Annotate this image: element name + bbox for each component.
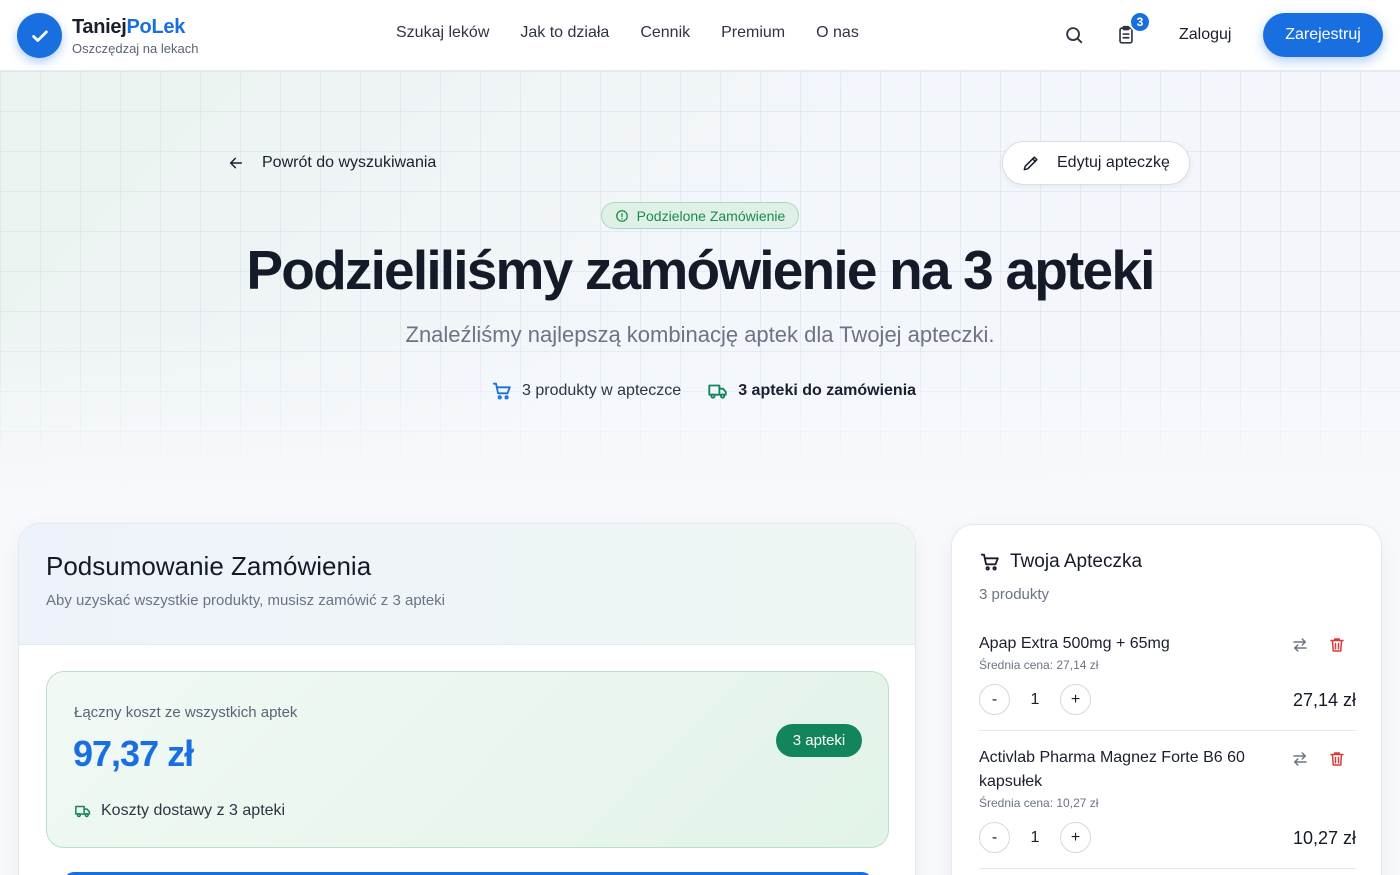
summary-header: Podsumowanie Zamówienia Aby uzyskać wszy… — [19, 524, 915, 645]
swap-icon[interactable] — [1291, 750, 1309, 768]
quantity-value: 1 — [1030, 828, 1040, 846]
decrease-button[interactable]: - — [979, 684, 1010, 715]
item-divider — [979, 730, 1356, 731]
nav-link-premium[interactable]: Premium — [721, 24, 785, 42]
order-summary-card: Podsumowanie Zamówienia Aby uzyskać wszy… — [18, 523, 916, 875]
shipping-info: Koszty dostawy z 3 apteki — [74, 802, 285, 820]
kit-title: Twoja Apteczka — [979, 551, 1142, 573]
pencil-icon — [1023, 156, 1038, 171]
item-divider — [979, 868, 1356, 869]
item-average-price: Średnia cena: 27,14 zł — [979, 658, 1099, 672]
item-name: Activlab Pharma Magnez Forte B6 60 kapsu… — [979, 749, 1245, 790]
brand-name: TaniejPoLek — [72, 16, 186, 38]
item-actions — [1291, 636, 1346, 654]
stat-pharmacies: 3 apteki do zamówienia — [707, 380, 916, 402]
stat-pharmacies-label: 3 apteki do zamówienia — [738, 382, 917, 399]
trash-icon[interactable] — [1328, 750, 1346, 768]
summary-title: Podsumowanie Zamówienia — [46, 551, 372, 581]
total-cost-label: Łączny koszt ze wszystkich aptek — [74, 704, 298, 721]
item-average-price: Średnia cena: 10,27 zł — [979, 796, 1099, 810]
item-name: Apap Extra 500mg + 65mg — [979, 635, 1170, 652]
swap-icon[interactable] — [1291, 636, 1309, 654]
register-button[interactable]: Zarejestruj — [1263, 13, 1383, 57]
list-item: Apap Extra 500mg + 65mg Średnia cena: 27… — [979, 632, 1356, 731]
nav-link-search[interactable]: Szukaj leków — [396, 24, 489, 42]
list-item: Activlab Pharma Magnez Forte B6 60 kapsu… — [979, 746, 1356, 869]
nav-link-pricing[interactable]: Cennik — [640, 24, 690, 42]
stat-products: 3 produkty w apteczce — [491, 380, 681, 402]
back-label: Powrót do wyszukiwania — [262, 154, 437, 171]
total-cost-box: Łączny koszt ze wszystkich aptek 97,37 z… — [46, 671, 889, 848]
cart-icon — [492, 382, 511, 400]
split-order-label: Podzielone Zamówienie — [636, 207, 786, 224]
nav-links: Szukaj leków Jak to działa Cennik Premiu… — [396, 24, 859, 42]
nav-link-about[interactable]: O nas — [816, 24, 859, 42]
brand[interactable]: TaniejPoLek Oszczędzaj na lekach — [72, 16, 198, 56]
brand-tagline: Oszczędzaj na lekach — [72, 41, 199, 56]
kit-card: Twoja Apteczka 3 produkty Apap Extra 500… — [951, 524, 1382, 875]
summary-subtitle: Aby uzyskać wszystkie produkty, musisz z… — [46, 592, 446, 609]
page-subtitle: Znaleźliśmy najlepszą kombinację aptek d… — [405, 322, 995, 347]
total-cost-value: 97,37 zł — [73, 733, 194, 774]
decrease-button[interactable]: - — [979, 822, 1010, 853]
truck-icon — [75, 805, 91, 818]
back-link[interactable]: Powrót do wyszukiwania — [228, 154, 436, 172]
item-price: 27,14 zł — [1292, 690, 1356, 710]
increase-button[interactable]: + — [1060, 822, 1091, 853]
arrow-left-icon — [229, 157, 243, 169]
item-actions — [1291, 750, 1346, 768]
edit-kit-button[interactable]: Edytuj apteczkę — [1002, 141, 1190, 185]
increase-button[interactable]: + — [1060, 684, 1091, 715]
kit-count: 3 produkty — [979, 586, 1050, 603]
stat-products-label: 3 produkty w apteczce — [522, 382, 682, 399]
page-title: Podzieliliśmy zamówienie na 3 apteki — [246, 239, 1155, 301]
shipping-label: Koszty dostawy z 3 apteki — [101, 802, 286, 819]
kit-title-label: Twoja Apteczka — [1010, 551, 1143, 572]
info-circle-icon — [615, 209, 628, 222]
edit-kit-label: Edytuj apteczkę — [1057, 154, 1170, 171]
top-navbar: TaniejPoLek Oszczędzaj na lekach Szukaj … — [0, 0, 1400, 71]
cart-count-badge: 3 — [1129, 11, 1151, 33]
search-icon[interactable] — [1063, 24, 1085, 46]
truck-icon — [708, 384, 727, 399]
quantity-value: 1 — [1030, 690, 1040, 708]
trash-icon[interactable] — [1328, 636, 1346, 654]
nav-link-how[interactable]: Jak to działa — [520, 24, 609, 42]
item-price: 10,27 zł — [1292, 828, 1356, 848]
hero-fade — [0, 331, 1400, 491]
cart-icon — [980, 553, 999, 571]
pharmacy-count-badge: 3 apteki — [776, 724, 862, 757]
hero-stats: 3 produkty w apteczce 3 apteki do zamówi… — [491, 380, 916, 402]
login-link[interactable]: Zaloguj — [1179, 26, 1231, 44]
logo-check-icon[interactable] — [17, 13, 62, 58]
split-order-pill: Podzielone Zamówienie — [601, 202, 799, 229]
